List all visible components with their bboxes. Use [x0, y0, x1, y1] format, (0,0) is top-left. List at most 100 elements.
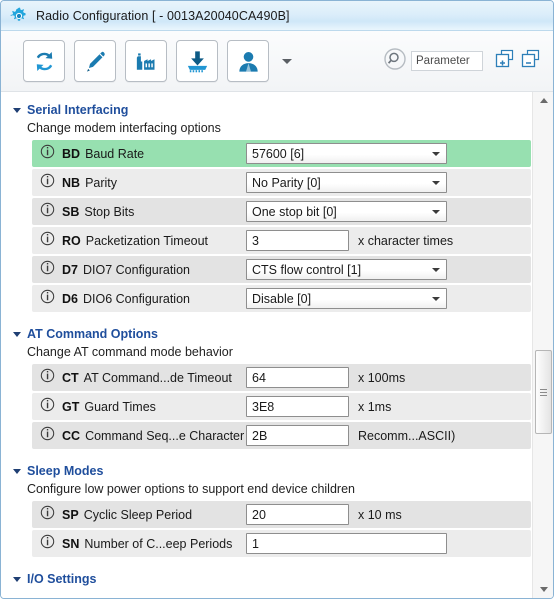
title-bar: Radio Configuration [ - 0013A20040CA490B… [1, 1, 553, 31]
section-expand-triangle-icon [13, 468, 21, 474]
field-area: Disable [0] [246, 288, 447, 309]
setting-row-ro: RO Packetization Timeout 3 x character time… [32, 227, 531, 254]
person-icon [235, 48, 262, 75]
input-sn[interactable]: 1 [246, 533, 447, 554]
parameter-code: D6 [62, 291, 78, 306]
unit-label: Recomm...ASCII) [358, 428, 456, 443]
parameter-label: DIO6 Configuration [82, 291, 190, 306]
field-area: 3 x character times [246, 230, 453, 251]
info-icon[interactable] [40, 505, 55, 525]
setting-row-nb: NB Parity No Parity [0] [32, 169, 531, 196]
section-subtitle: Configure low power options to support e… [27, 482, 355, 496]
toolbar-dropdown-caret[interactable] [280, 51, 294, 71]
window-title: Radio Configuration [ - 0013A20040CA490B… [36, 8, 290, 23]
info-icon[interactable] [40, 534, 55, 554]
parameter-code: SP [62, 507, 79, 522]
default-button[interactable] [125, 40, 167, 82]
parameter-label: Packetization Timeout [85, 233, 209, 248]
section-subtitle: Change modem interfacing options [27, 121, 221, 135]
scroll-up-button[interactable] [533, 92, 553, 109]
input-ro[interactable]: 3 [246, 230, 349, 251]
section-expand-triangle-icon [13, 107, 21, 113]
setting-row-bd: BD Baud Rate 57600 [6] [32, 140, 531, 167]
parameter-code: D7 [62, 262, 78, 277]
section-header-i-o-settings[interactable]: I/O Settings [1, 570, 531, 588]
info-icon[interactable] [40, 397, 55, 417]
info-icon[interactable] [40, 202, 55, 222]
radio-configuration-window: Radio Configuration [ - 0013A20040CA490B… [0, 0, 554, 599]
parameter-code: BD [62, 146, 81, 161]
section-title: Sleep Modes [27, 464, 104, 478]
parameter-code: SN [62, 536, 80, 551]
update-firmware-button[interactable] [176, 40, 218, 82]
field-area: 3E8 x 1ms [246, 396, 391, 417]
write-button[interactable] [74, 40, 116, 82]
collapse-all-button[interactable] [519, 49, 543, 73]
section-header-sleep-modes[interactable]: Sleep Modes [1, 462, 531, 480]
info-icon[interactable] [40, 231, 55, 251]
dropdown-sb[interactable]: One stop bit [0] [246, 201, 447, 222]
parameter-placeholder-text: Parameter [416, 55, 470, 67]
info-icon[interactable] [40, 173, 55, 193]
input-gt[interactable]: 3E8 [246, 396, 349, 417]
scroll-down-icon [539, 587, 548, 592]
field-area: No Parity [0] [246, 172, 447, 193]
field-area: 64 x 100ms [246, 367, 405, 388]
section-title: I/O Settings [27, 572, 97, 586]
setting-row-ct: CT AT Command...de Timeout 64 x 100ms [32, 364, 531, 391]
download-icon [184, 48, 211, 75]
parameter-search-input[interactable]: Parameter [411, 51, 483, 71]
parameter-code: RO [62, 233, 81, 248]
dropdown-d6[interactable]: Disable [0] [246, 288, 447, 309]
scrollbar-grip-icon [540, 387, 547, 398]
info-icon[interactable] [40, 260, 55, 280]
chevron-down-icon [432, 209, 440, 214]
vertical-scrollbar[interactable] [532, 92, 553, 598]
dropdown-value: One stop bit [0] [252, 204, 337, 219]
scroll-up-icon [539, 98, 548, 103]
read-button[interactable] [23, 40, 65, 82]
expand-all-icon [494, 48, 516, 75]
info-icon[interactable] [40, 368, 55, 388]
parameter-label: Baud Rate [85, 146, 145, 161]
section-title: AT Command Options [27, 327, 159, 341]
gear-icon [9, 6, 29, 26]
input-value: 20 [252, 507, 266, 522]
input-value: 64 [252, 370, 266, 385]
input-ct[interactable]: 64 [246, 367, 349, 388]
input-cc[interactable]: 2B [246, 425, 349, 446]
parameter-label: Cyclic Sleep Period [83, 507, 193, 522]
section-header-serial-interfacing[interactable]: Serial Interfacing [1, 101, 531, 119]
input-sp[interactable]: 20 [246, 504, 349, 525]
info-icon[interactable] [40, 144, 55, 164]
scroll-down-button[interactable] [533, 581, 553, 598]
info-icon[interactable] [40, 289, 55, 309]
info-icon[interactable] [40, 426, 55, 446]
search-icon [384, 47, 406, 75]
dropdown-bd[interactable]: 57600 [6] [246, 143, 447, 164]
field-area: 2B Recomm...ASCII) [246, 425, 455, 446]
chevron-down-icon [282, 58, 292, 64]
field-area: 1 [246, 533, 447, 554]
unit-label: x 1ms [358, 399, 392, 414]
profile-button[interactable] [227, 40, 269, 82]
unit-label: x 10 ms [358, 507, 402, 522]
expand-all-button[interactable] [493, 49, 517, 73]
field-area: 57600 [6] [246, 143, 447, 164]
parameter-label: Command Seq...e Character [85, 428, 245, 443]
chevron-down-icon [432, 267, 440, 272]
chevron-down-icon [432, 180, 440, 185]
input-value: 3E8 [252, 399, 275, 414]
search-button[interactable] [383, 47, 407, 75]
dropdown-nb[interactable]: No Parity [0] [246, 172, 447, 193]
scrollbar-thumb[interactable] [535, 350, 552, 434]
setting-row-d7: D7 DIO7 Configuration CTS flow control [1] [32, 256, 531, 283]
section-title: Serial Interfacing [27, 103, 129, 117]
section-header-at-command-options[interactable]: AT Command Options [1, 325, 531, 343]
parameter-code: SB [62, 204, 80, 219]
parameter-code: CC [62, 428, 81, 443]
dropdown-d7[interactable]: CTS flow control [1] [246, 259, 447, 280]
